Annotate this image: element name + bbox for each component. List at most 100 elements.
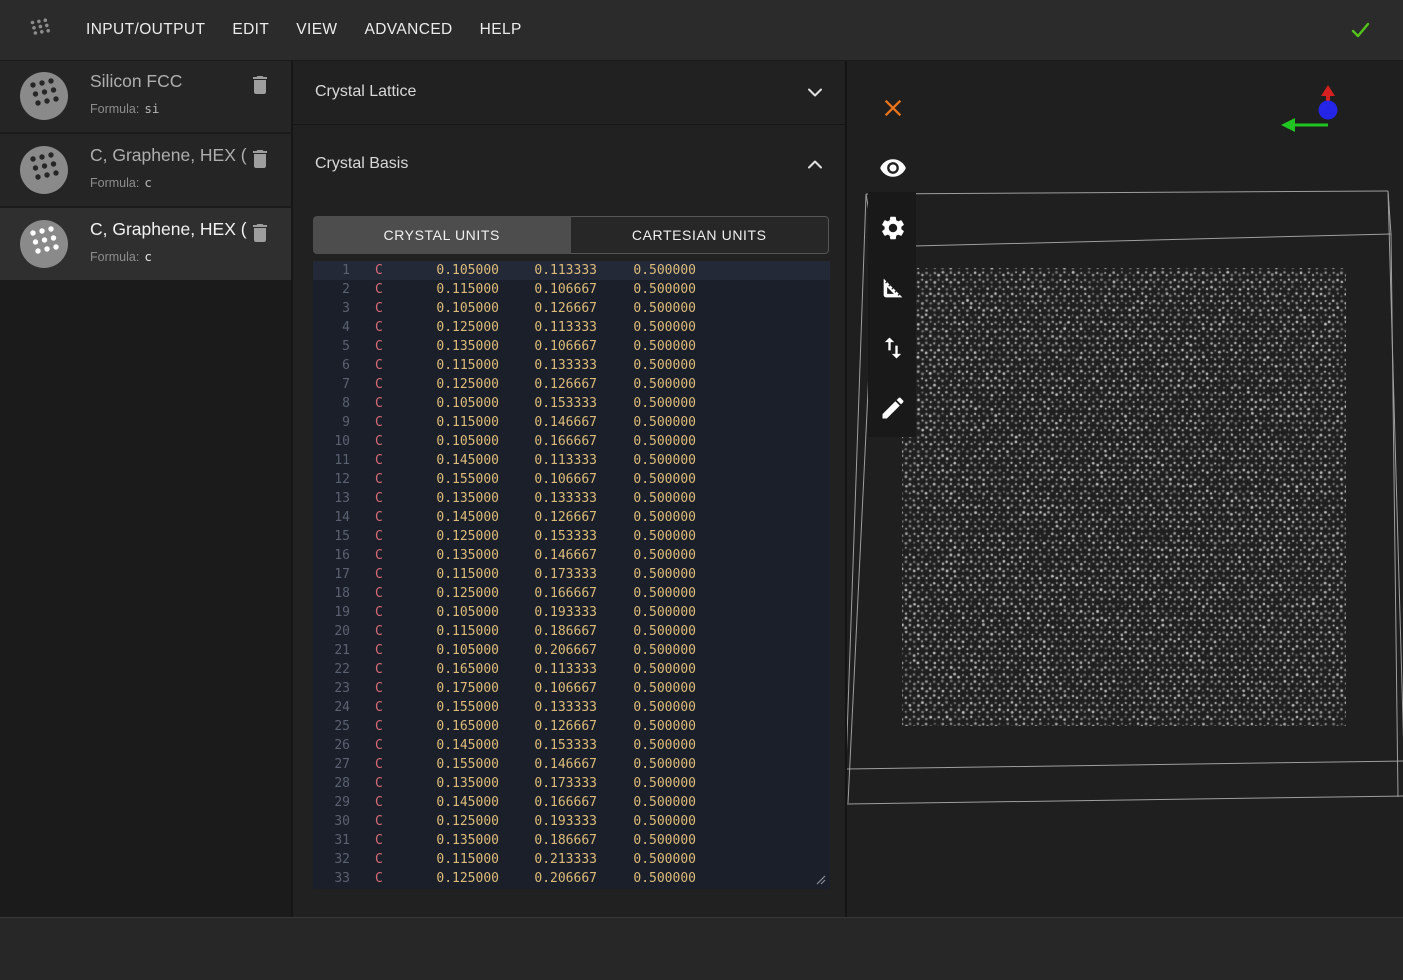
x-coordinate-cell: 0.115000 <box>389 413 499 432</box>
x-coordinate-cell: 0.115000 <box>389 356 499 375</box>
basis-row[interactable]: 24C0.1550000.1333330.500000 <box>313 698 830 717</box>
basis-row[interactable]: 23C0.1750000.1066670.500000 <box>313 679 830 698</box>
z-coordinate-cell: 0.500000 <box>597 869 696 888</box>
material-title: C, Graphene, HEX (P <box>90 219 248 241</box>
basis-coordinates-editor[interactable]: 1C0.1050000.1133330.5000002C0.1150000.10… <box>313 261 830 889</box>
material-item-3[interactable]: C, Graphene, HEX (PFormula:c <box>0 208 291 280</box>
app-logo-icon[interactable] <box>25 15 55 45</box>
row-number-cell: 12 <box>313 470 350 489</box>
swap-vertical-icon[interactable] <box>879 334 907 362</box>
edit-icon[interactable] <box>879 394 907 422</box>
row-number-cell: 15 <box>313 527 350 546</box>
basis-row[interactable]: 13C0.1350000.1333330.500000 <box>313 489 830 508</box>
basis-row[interactable]: 29C0.1450000.1666670.500000 <box>313 793 830 812</box>
x-coordinate-cell: 0.105000 <box>389 432 499 451</box>
confirm-check-icon[interactable] <box>1345 15 1375 45</box>
graphene-atoms-canvas[interactable] <box>902 268 1346 726</box>
3d-viewer[interactable] <box>847 60 1403 917</box>
x-axis-arrowhead <box>1281 118 1295 132</box>
z-coordinate-cell: 0.500000 <box>597 584 696 603</box>
basis-row[interactable]: 20C0.1150000.1866670.500000 <box>313 622 830 641</box>
trash-icon <box>248 73 272 97</box>
basis-row[interactable]: 7C0.1250000.1266670.500000 <box>313 375 830 394</box>
x-coordinate-cell: 0.125000 <box>389 527 499 546</box>
basis-row[interactable]: 21C0.1050000.2066670.500000 <box>313 641 830 660</box>
row-number-cell: 30 <box>313 812 350 831</box>
delete-material-button[interactable] <box>248 221 272 247</box>
resize-grip[interactable] <box>814 873 826 885</box>
delete-material-button[interactable] <box>248 73 272 99</box>
formula-label: Formula: <box>90 176 139 190</box>
tab-crystal-units[interactable]: CRYSTAL UNITS <box>313 216 571 254</box>
material-item-2[interactable]: C, Graphene, HEX (PFormula:c <box>0 134 291 206</box>
x-coordinate-cell: 0.145000 <box>389 508 499 527</box>
close-icon[interactable] <box>879 94 907 122</box>
menu-item-view[interactable]: VIEW <box>296 21 337 39</box>
basis-row[interactable]: 18C0.1250000.1666670.500000 <box>313 584 830 603</box>
basis-row[interactable]: 25C0.1650000.1266670.500000 <box>313 717 830 736</box>
basis-row[interactable]: 33C0.1250000.2066670.500000 <box>313 869 830 888</box>
menu-item-input-output[interactable]: INPUT/OUTPUT <box>86 21 205 39</box>
z-coordinate-cell: 0.500000 <box>597 660 696 679</box>
basis-row[interactable]: 3C0.1050000.1266670.500000 <box>313 299 830 318</box>
y-coordinate-cell: 0.133333 <box>499 356 597 375</box>
row-number-cell: 29 <box>313 793 350 812</box>
basis-row[interactable]: 8C0.1050000.1533330.500000 <box>313 394 830 413</box>
z-coordinate-cell: 0.500000 <box>597 508 696 527</box>
x-coordinate-cell: 0.105000 <box>389 261 499 280</box>
basis-row[interactable]: 15C0.1250000.1533330.500000 <box>313 527 830 546</box>
element-cell: C <box>375 641 389 660</box>
z-coordinate-cell: 0.500000 <box>597 261 696 280</box>
y-coordinate-cell: 0.153333 <box>499 394 597 413</box>
basis-row[interactable]: 19C0.1050000.1933330.500000 <box>313 603 830 622</box>
basis-row[interactable]: 4C0.1250000.1133330.500000 <box>313 318 830 337</box>
tab-cartesian-units[interactable]: CARTESIAN UNITS <box>571 216 830 254</box>
basis-row[interactable]: 10C0.1050000.1666670.500000 <box>313 432 830 451</box>
basis-row[interactable]: 1C0.1050000.1133330.500000 <box>313 261 830 280</box>
basis-row[interactable]: 14C0.1450000.1266670.500000 <box>313 508 830 527</box>
row-number-cell: 23 <box>313 679 350 698</box>
basis-row[interactable]: 26C0.1450000.1533330.500000 <box>313 736 830 755</box>
chevron-down-icon[interactable] <box>803 80 827 104</box>
basis-row[interactable]: 31C0.1350000.1866670.500000 <box>313 831 830 850</box>
basis-row[interactable]: 11C0.1450000.1133330.500000 <box>313 451 830 470</box>
trash-icon <box>248 147 272 171</box>
y-coordinate-cell: 0.106667 <box>499 679 597 698</box>
basis-row[interactable]: 6C0.1150000.1333330.500000 <box>313 356 830 375</box>
y-coordinate-cell: 0.206667 <box>499 641 597 660</box>
basis-row[interactable]: 28C0.1350000.1733330.500000 <box>313 774 830 793</box>
element-cell: C <box>375 413 389 432</box>
y-coordinate-cell: 0.166667 <box>499 432 597 451</box>
basis-row[interactable]: 12C0.1550000.1066670.500000 <box>313 470 830 489</box>
basis-row[interactable]: 16C0.1350000.1466670.500000 <box>313 546 830 565</box>
axes-gizmo[interactable] <box>1257 80 1347 160</box>
material-item-1[interactable]: Silicon FCCFormula:si <box>0 60 291 132</box>
menu-item-help[interactable]: HELP <box>480 21 522 39</box>
basis-row[interactable]: 32C0.1150000.2133330.500000 <box>313 850 830 869</box>
row-number-cell: 8 <box>313 394 350 413</box>
visibility-icon[interactable] <box>879 154 907 182</box>
basis-row[interactable]: 17C0.1150000.1733330.500000 <box>313 565 830 584</box>
crystal-basis-section-header[interactable]: Crystal Basis <box>293 125 845 185</box>
x-coordinate-cell: 0.125000 <box>389 318 499 337</box>
element-cell: C <box>375 527 389 546</box>
basis-row[interactable]: 5C0.1350000.1066670.500000 <box>313 337 830 356</box>
z-axis-dot <box>1319 101 1338 120</box>
z-coordinate-cell: 0.500000 <box>597 299 696 318</box>
row-number-cell: 24 <box>313 698 350 717</box>
material-formula: Formula:si <box>90 101 159 116</box>
basis-row[interactable]: 30C0.1250000.1933330.500000 <box>313 812 830 831</box>
basis-row[interactable]: 22C0.1650000.1133330.500000 <box>313 660 830 679</box>
element-cell: C <box>375 736 389 755</box>
basis-row[interactable]: 9C0.1150000.1466670.500000 <box>313 413 830 432</box>
chevron-up-icon[interactable] <box>803 152 827 176</box>
measure-icon[interactable] <box>879 274 907 302</box>
menu-item-edit[interactable]: EDIT <box>232 21 269 39</box>
crystal-lattice-section-header[interactable]: Crystal Lattice <box>293 60 845 125</box>
settings-icon[interactable] <box>879 214 907 242</box>
delete-material-button[interactable] <box>248 147 272 173</box>
menu-item-advanced[interactable]: ADVANCED <box>364 21 452 39</box>
row-number-cell: 4 <box>313 318 350 337</box>
basis-row[interactable]: 27C0.1550000.1466670.500000 <box>313 755 830 774</box>
basis-row[interactable]: 2C0.1150000.1066670.500000 <box>313 280 830 299</box>
